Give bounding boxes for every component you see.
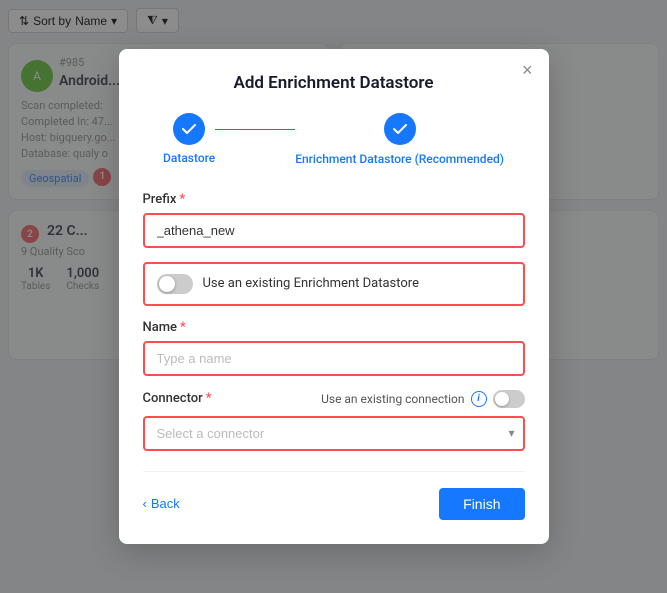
existing-datastore-toggle-row: Use an existing Enrichment Datastore: [143, 262, 525, 306]
required-star-3: *: [206, 391, 212, 406]
step-enrichment: Enrichment Datastore (Recommended): [295, 113, 504, 168]
back-label: Back: [151, 496, 180, 511]
steps-container: Datastore Enrichment Datastore (Recommen…: [143, 113, 525, 168]
step-2-label: Enrichment Datastore (Recommended): [295, 151, 504, 168]
prefix-group: Prefix *: [143, 192, 525, 248]
name-input[interactable]: [143, 341, 525, 376]
step-1-label: Datastore: [163, 151, 215, 165]
required-star-2: *: [180, 320, 186, 335]
modal-title: Add Enrichment Datastore: [143, 73, 525, 93]
existing-datastore-toggle[interactable]: [157, 274, 193, 294]
modal-footer: ‹ Back Finish: [143, 471, 525, 520]
connector-label: Connector *: [143, 391, 212, 406]
step-datastore: Datastore: [163, 113, 215, 165]
connector-select-wrapper: Select a connector ▾: [143, 416, 525, 451]
prefix-label: Prefix *: [143, 192, 525, 207]
connector-row: Connector * Use an existing connection i: [143, 390, 525, 408]
info-icon[interactable]: i: [471, 391, 487, 407]
back-button[interactable]: ‹ Back: [143, 496, 180, 511]
chevron-left-icon: ‹: [143, 496, 147, 511]
existing-connection-label: Use an existing connection: [321, 392, 464, 406]
step-1-circle: [173, 113, 205, 145]
finish-button[interactable]: Finish: [439, 488, 524, 520]
close-button[interactable]: ×: [522, 61, 533, 79]
existing-datastore-label: Use an existing Enrichment Datastore: [203, 276, 419, 291]
prefix-input[interactable]: [143, 213, 525, 248]
add-enrichment-modal: × Add Enrichment Datastore Datastore: [119, 49, 549, 544]
modal-overlay: × Add Enrichment Datastore Datastore: [0, 0, 667, 593]
name-label: Name *: [143, 320, 525, 335]
existing-connection-toggle[interactable]: [493, 390, 525, 408]
step-2-circle: [384, 113, 416, 145]
required-star: *: [179, 192, 185, 207]
name-group: Name *: [143, 320, 525, 376]
connector-select[interactable]: Select a connector: [143, 416, 525, 451]
existing-connection-group: Use an existing connection i: [321, 390, 524, 408]
